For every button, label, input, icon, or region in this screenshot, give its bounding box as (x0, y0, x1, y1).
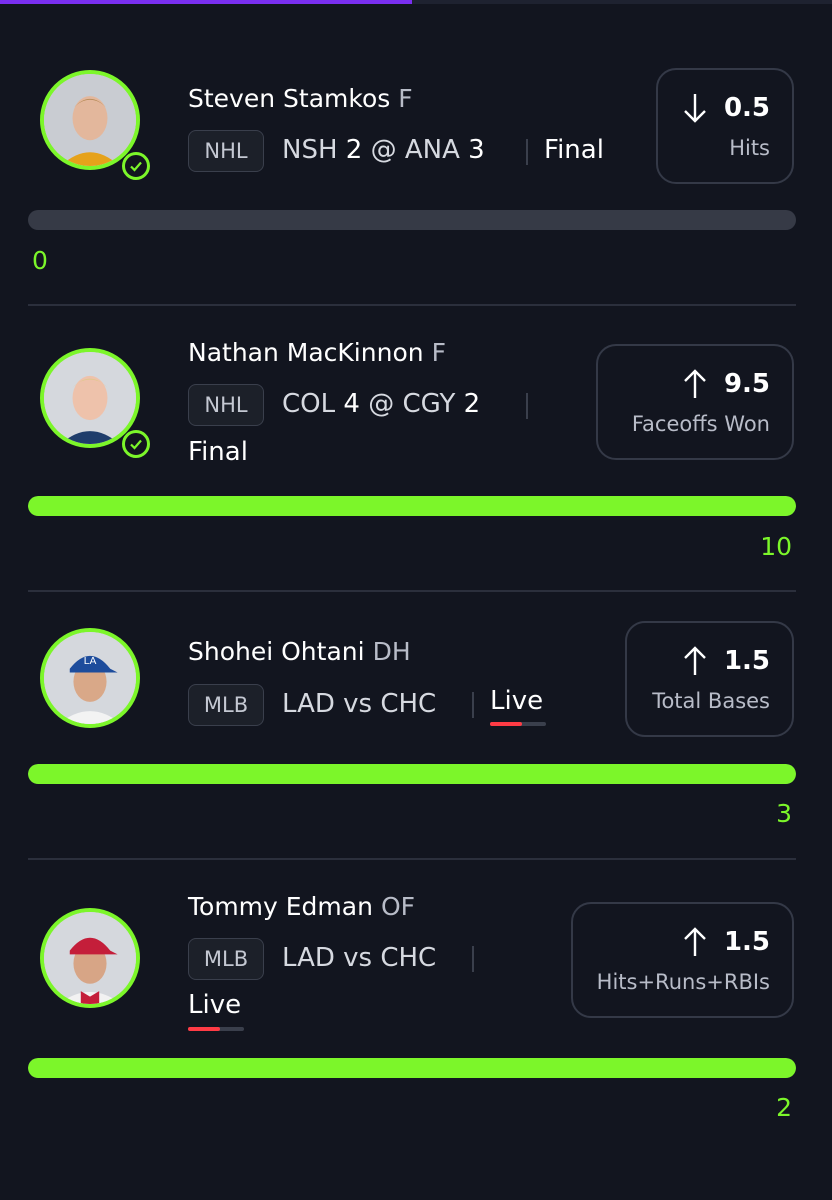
separator (472, 946, 474, 972)
player-position: OF (380, 892, 416, 921)
arrow-up-icon (684, 646, 706, 675)
prop-line-value: 0.5 (723, 93, 770, 123)
away-team: NSH (282, 135, 338, 165)
game-status: Final (188, 437, 248, 467)
player-name-row: Steven Stamkos F (188, 84, 413, 113)
prop-stat: Hits (729, 136, 770, 160)
away-team: COL (282, 389, 336, 419)
result-value: 0 (32, 246, 48, 275)
live-progress-indicator (490, 722, 546, 726)
prop-stat: Hits+Runs+RBIs (596, 970, 770, 994)
svg-text:LA: LA (84, 656, 97, 667)
player-position: F (431, 338, 446, 367)
prop-line-box[interactable]: 9.5 Faceoffs Won (596, 344, 794, 460)
prop-line-box[interactable]: 0.5 Hits (656, 68, 794, 184)
checkmark-icon (122, 152, 150, 180)
player-name-row: Nathan MacKinnon F (188, 338, 446, 367)
divider (28, 858, 796, 860)
live-progress-indicator (188, 1027, 244, 1031)
player-name: Nathan MacKinnon (188, 338, 424, 367)
result-progress-bar (28, 496, 796, 516)
result-value: 3 (776, 799, 792, 828)
game-status: Live (188, 990, 242, 1020)
player-position: F (398, 84, 413, 113)
prop-line-box[interactable]: 1.5 Total Bases (625, 621, 794, 737)
game-teams: LAD vs CHC (282, 689, 437, 719)
prop-line: 9.5 (682, 368, 770, 400)
player-name: Steven Stamkos (188, 84, 391, 113)
player-avatar: LA (40, 628, 140, 728)
separator (526, 139, 528, 165)
away-score: 4 (343, 389, 360, 419)
prop-line-value: 1.5 (723, 927, 770, 957)
home-score: 2 (463, 389, 481, 419)
result-value: 2 (776, 1093, 792, 1122)
player-position: DH (372, 637, 411, 666)
player-name-row: Shohei Ohtani DH (188, 637, 411, 666)
league-badge: NHL (188, 130, 264, 172)
arrow-up-icon (684, 369, 706, 398)
game-score: COL 4 @ CGY 2 (282, 389, 480, 419)
game-status: Final (544, 135, 604, 165)
league-badge: NHL (188, 384, 264, 426)
divider (28, 304, 796, 306)
prop-line: 1.5 (682, 645, 770, 677)
prop-line-box[interactable]: 1.5 Hits+Runs+RBIs (571, 902, 794, 1018)
player-name-row: Tommy Edman OF (188, 892, 415, 921)
home-score: 3 (468, 135, 485, 165)
header-progress-track (0, 0, 832, 4)
home-team: CGY (402, 389, 456, 419)
divider (28, 590, 796, 592)
player-avatar (40, 70, 140, 170)
result-progress-bar (28, 1058, 796, 1078)
prop-line-value: 1.5 (723, 646, 770, 676)
prop-line: 1.5 (682, 926, 770, 958)
separator (526, 393, 528, 419)
player-name: Tommy Edman (188, 892, 373, 921)
player-avatar (40, 908, 140, 1008)
prop-line-value: 9.5 (723, 369, 770, 399)
separator (472, 692, 474, 718)
result-progress-bar (28, 764, 796, 784)
checkmark-icon (122, 430, 150, 458)
arrow-down-icon (684, 94, 706, 123)
header-progress-fill (0, 0, 412, 4)
arrow-up-icon (684, 927, 706, 956)
game-score: NSH 2 @ ANA 3 (282, 135, 485, 165)
player-name: Shohei Ohtani (188, 637, 365, 666)
result-value: 10 (760, 532, 792, 561)
league-badge: MLB (188, 938, 264, 980)
result-progress-bar (28, 210, 796, 230)
at-symbol: @ (368, 389, 395, 419)
league-badge: MLB (188, 684, 264, 726)
home-team: ANA (404, 135, 460, 165)
game-status: Live (490, 686, 544, 716)
at-symbol: @ (370, 135, 397, 165)
game-teams: LAD vs CHC (282, 943, 437, 973)
player-avatar (40, 348, 140, 448)
prop-stat: Faceoffs Won (631, 412, 770, 436)
away-score: 2 (345, 135, 363, 165)
prop-line: 0.5 (682, 92, 770, 124)
prop-stat: Total Bases (652, 689, 770, 713)
